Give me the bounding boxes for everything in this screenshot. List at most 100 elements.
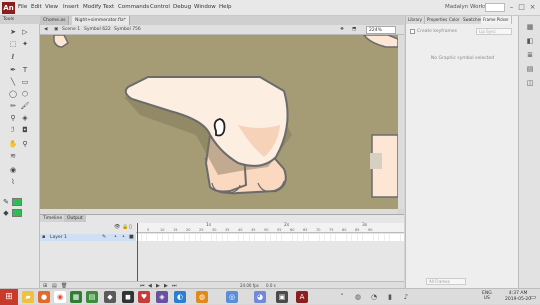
tray-icon-1[interactable]: ◍ [352,291,364,303]
menu-insert[interactable]: Insert [63,4,79,10]
panel-icon-2[interactable]: ◧ [525,36,535,46]
tab-frame-picker[interactable]: Frame Picker [481,16,512,24]
menu-edit[interactable]: Edit [31,4,42,10]
menu-help[interactable]: Help [219,4,232,10]
outline-icon[interactable]: ▯ [129,224,132,230]
input-language[interactable]: ENG US [482,291,492,301]
frame-number: 35 [225,228,230,232]
menu-window[interactable]: Window [194,4,216,10]
playhead[interactable] [137,223,138,283]
lasso-tool-icon[interactable]: ℓ [8,53,18,62]
chrome-icon[interactable]: ◉ [54,291,66,303]
panel-icon-5[interactable]: ◫ [525,78,535,88]
breadcrumb-symbol-756[interactable]: Symbol 756 [114,27,141,32]
menu-text[interactable]: Text [103,4,114,10]
bone-tool-icon[interactable]: ⚲ [8,114,18,123]
animate-logo: An [2,2,15,14]
notifications-icon[interactable]: ▭ [528,291,538,303]
spreadsheet-icon[interactable]: ▦ [70,291,82,303]
layer-lock-dot-icon[interactable]: • [122,234,125,240]
stage[interactable] [40,35,398,209]
menu-control[interactable]: Control [150,4,170,10]
menu-modify[interactable]: Modify [83,4,101,10]
layer-outline-swatch-icon[interactable]: ■ [129,234,134,240]
minimize-icon[interactable]: – [507,2,516,12]
app-icon-12[interactable]: ◎ [226,291,238,303]
layer-name[interactable]: Layer 1 [50,234,67,241]
pen-tool-icon[interactable]: ✒ [8,66,18,75]
fill-color-swatch[interactable] [12,209,22,217]
oval-tool-icon[interactable]: ◯ [8,90,18,99]
clip-icon[interactable]: ⬒ [352,27,356,32]
subselection-tool-icon[interactable]: ▷ [20,28,30,37]
rectangle-tool-icon[interactable]: ▭ [20,78,30,87]
maximize-icon[interactable]: □ [517,2,526,12]
menu-commands[interactable]: Commands [118,4,149,10]
asset-warp-icon[interactable]: ⌇ [8,178,18,187]
vertical-scrollbar[interactable] [398,35,404,209]
menu-debug[interactable]: Debug [173,4,191,10]
width-tool-icon[interactable]: ≋ [8,152,18,161]
polystar-tool-icon[interactable]: ⬡ [20,90,30,99]
app-icon-8[interactable]: ♥ [138,291,150,303]
tab-output[interactable]: Output [64,215,86,222]
menu-view[interactable]: View [45,4,58,10]
firefox-icon[interactable]: ● [38,291,50,303]
pencil-tool-icon[interactable]: ✏ [8,102,18,111]
app-icon-6[interactable]: ◆ [104,291,116,303]
free-transform-icon[interactable]: ⬚ [8,40,18,49]
file-explorer-icon[interactable]: ▰ [22,291,34,303]
eyedropper-icon[interactable]: ℐ [8,126,18,135]
hand-tool-icon[interactable]: ✋ [8,140,18,149]
pencil-edit-icon[interactable]: ✎ [102,234,106,240]
breadcrumb-scene[interactable]: Scene 1 [62,27,80,32]
app-icon-9[interactable]: ◈ [156,291,168,303]
panel-icon-3[interactable]: ≣ [525,50,535,60]
tab-chome-as[interactable]: Chome.as [40,16,70,25]
help-search-input[interactable] [485,3,505,12]
brush-tool-icon[interactable]: 🖌 [20,102,30,111]
edit-symbols-icon[interactable]: ❖ [340,27,344,32]
app-icon-10[interactable]: ◐ [174,291,186,303]
zoom-dropdown[interactable]: 224% [366,26,396,34]
line-tool-icon[interactable]: ╲ [8,78,18,87]
selection-tool-icon[interactable]: ➤ [8,28,18,37]
stroke-color-swatch[interactable] [12,198,22,206]
layer-visible-dot-icon[interactable]: • [114,234,117,240]
tab-timeline[interactable]: Timeline [40,215,66,222]
frames-area[interactable] [136,234,404,241]
network-icon[interactable]: ▮ [384,291,396,303]
zoom-tool-icon[interactable]: ⚲ [20,140,30,149]
tray-icon-2[interactable]: ◔ [368,291,380,303]
text-tool-icon[interactable]: T [20,66,30,75]
volume-icon[interactable]: ♪ [400,291,412,303]
discord-icon[interactable]: ◕ [254,291,266,303]
region-code: US [483,296,490,301]
lock-icon[interactable]: 🔒 [122,224,128,230]
paint-bucket-icon[interactable]: ◈ [20,114,30,123]
frames-filter-dropdown[interactable]: All Frames [426,278,466,285]
app-icon-14[interactable]: ▣ [276,291,288,303]
app-icon-7[interactable]: ◼ [122,291,134,303]
breadcrumb-symbol-622[interactable]: Symbol 622 [84,27,111,32]
create-keyframes-checkbox[interactable] [410,29,415,34]
tab-library[interactable]: Library [406,16,425,24]
tray-chevron-icon[interactable]: ˄ [336,291,348,303]
timeline-ruler[interactable]: 1s 2s 3s 5 10 15 20 25 30 35 40 45 50 55… [136,223,404,233]
eraser-tool-icon[interactable]: ◘ [20,126,30,135]
close-icon[interactable]: × [528,2,537,12]
camera-tool-icon[interactable]: ◉ [8,166,18,175]
right-panel: Library Properties Color Swatches Frame … [405,16,518,288]
app-icon-11[interactable]: ◍ [196,291,208,303]
tab-active-document[interactable]: Night+simmerator.fla* [72,16,130,25]
start-button[interactable]: ⊞ [0,289,18,305]
visibility-icon[interactable]: 👁 [114,224,120,230]
back-arrow-icon[interactable]: ◀ [44,27,47,32]
animate-taskbar-icon[interactable]: A [296,291,308,303]
store-icon[interactable]: ▤ [86,291,98,303]
3d-rotation-icon[interactable]: ✦ [20,40,30,49]
menu-file[interactable]: File [18,4,27,10]
panel-icon-1[interactable]: ▦ [525,22,535,32]
lip-sync-dropdown[interactable]: Lip Sync [476,28,512,35]
panel-icon-4[interactable]: ▤ [525,64,535,74]
